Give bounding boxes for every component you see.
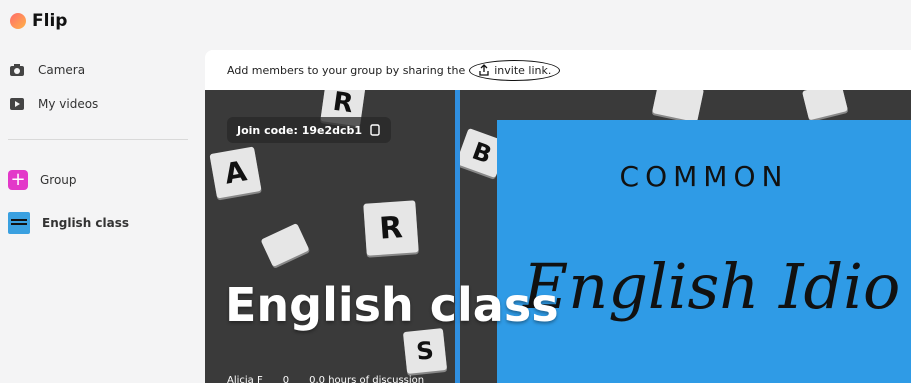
letter-tile <box>260 222 310 268</box>
join-code-text: Join code: 19e2dcb1 <box>237 123 363 137</box>
letter-tile: R <box>363 200 419 256</box>
sidebar-item-camera[interactable]: Camera <box>8 61 85 79</box>
group-thumbnail <box>8 212 30 234</box>
group-title: English class <box>225 278 559 332</box>
flip-logo-icon <box>10 13 26 29</box>
idioms-poster: COMMON English Idio <box>497 120 911 383</box>
poster-script-text: English Idio <box>523 250 901 323</box>
sidebar: Camera My videos + Group English class <box>0 44 205 383</box>
sidebar-item-label: Group <box>40 173 77 187</box>
video-icon <box>8 95 26 113</box>
camera-icon <box>8 61 26 79</box>
group-banner: A R R B S COMMON English Idio Join code:… <box>205 90 911 383</box>
letter-tile <box>801 90 849 121</box>
sidebar-item-label: My videos <box>38 97 99 111</box>
meta-user: Alicia F <box>227 375 263 383</box>
share-text: Add members to your group by sharing the <box>227 63 466 77</box>
sidebar-item-label: Camera <box>38 63 86 77</box>
sidebar-item-group[interactable]: + Group <box>8 170 77 190</box>
sidebar-item-label: English class <box>42 216 130 230</box>
main-panel: Add members to your group by sharing the… <box>205 50 911 383</box>
sidebar-item-my-videos[interactable]: My videos <box>8 95 98 113</box>
invite-link[interactable]: invite link. <box>469 59 561 81</box>
flip-logo[interactable]: Flip <box>10 11 67 31</box>
meta-count: 0 <box>282 375 290 383</box>
app-name: Flip <box>32 11 68 31</box>
poster-heading: COMMON <box>619 160 789 193</box>
invite-link-label: invite link. <box>494 63 552 77</box>
join-code-chip[interactable]: Join code: 19e2dcb1 <box>227 117 392 143</box>
meta-hours: 0.0 hours of discussion <box>309 375 425 383</box>
divider-stripe <box>455 90 460 383</box>
app-root: Flip Camera My videos + Group English cl… <box>0 0 911 383</box>
group-meta: Alicia F 0 0.0 hours of discussion <box>227 375 424 383</box>
sidebar-item-english-class[interactable]: English class <box>8 212 129 234</box>
sidebar-divider <box>8 139 188 140</box>
top-bar: Flip <box>0 0 911 44</box>
letter-tile: S <box>402 328 448 374</box>
letter-tile <box>651 90 705 123</box>
copy-icon <box>370 123 380 136</box>
letter-tile: A <box>209 146 262 199</box>
share-bar: Add members to your group by sharing the… <box>205 50 911 90</box>
share-icon <box>479 64 489 76</box>
plus-icon: + <box>8 170 28 190</box>
